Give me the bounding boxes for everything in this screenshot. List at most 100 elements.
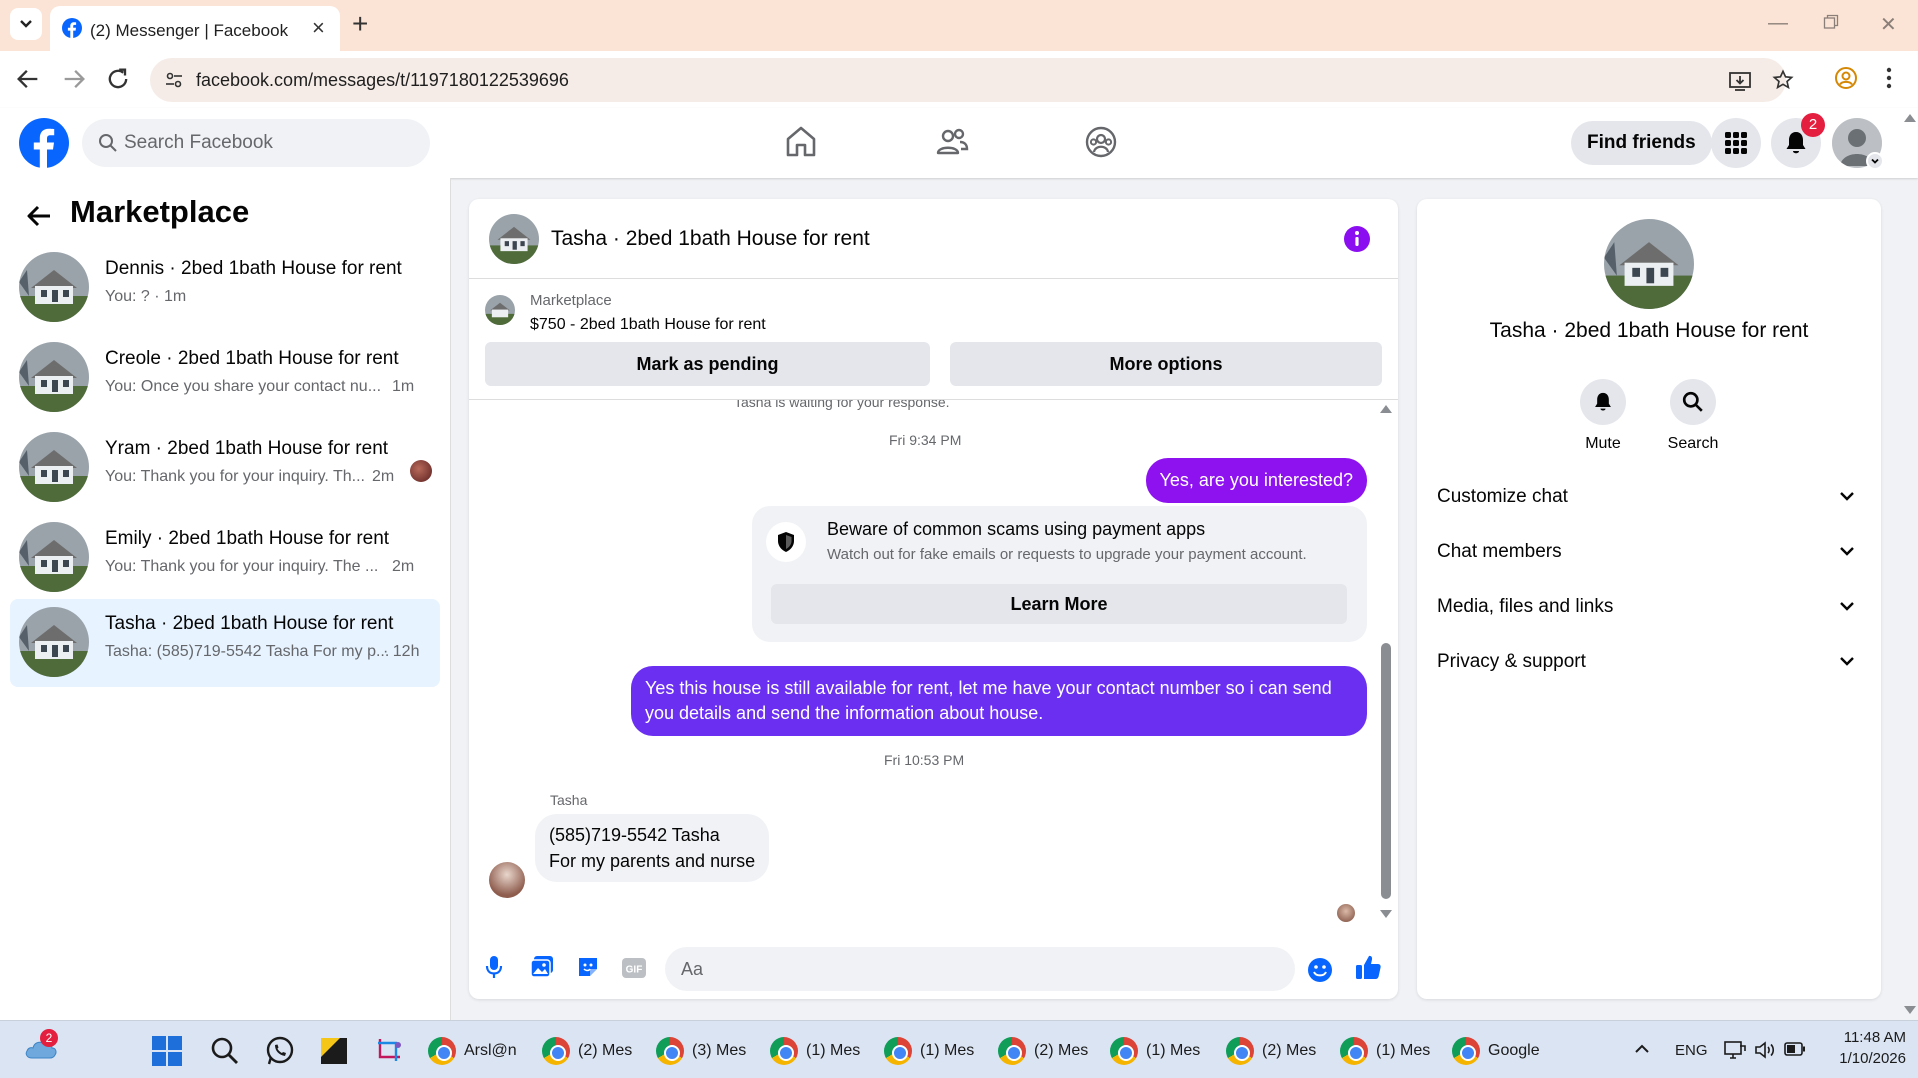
conversation-item[interactable]: Yram · 2bed 1bath House for rent You: Th…	[10, 424, 440, 512]
chat-members-row[interactable]: Chat members	[1437, 528, 1861, 580]
message-scrollbar-thumb[interactable]	[1381, 643, 1391, 899]
taskbar-window-label: (2) Mes	[1262, 1042, 1317, 1059]
taskbar-chrome-window[interactable]: (3) Mes	[656, 1030, 746, 1072]
weather-badge: 2	[40, 1029, 58, 1047]
incoming-message[interactable]: (585)719-5542 Tasha For my parents and n…	[535, 814, 770, 882]
volume-icon[interactable]	[1754, 1040, 1776, 1060]
snipping-tool-icon[interactable]	[376, 1037, 404, 1065]
message-thread: Tasha is waiting for your response. Fri …	[469, 400, 1398, 939]
groups-icon[interactable]	[1084, 125, 1118, 159]
photo-icon[interactable]	[530, 955, 554, 979]
info-icon[interactable]	[1343, 225, 1371, 253]
chevron-down-icon	[1840, 492, 1854, 501]
search-input[interactable]	[124, 127, 414, 159]
browser-menu-icon[interactable]	[1886, 67, 1892, 89]
sender-avatar[interactable]	[489, 862, 525, 898]
microphone-icon[interactable]	[485, 955, 503, 979]
conversation-item[interactable]: Emily · 2bed 1bath House for rent You: T…	[10, 514, 440, 602]
friends-icon[interactable]	[935, 125, 969, 159]
tray-chevron-up-icon[interactable]	[1634, 1044, 1650, 1054]
scroll-up-arrow-icon[interactable]	[1380, 405, 1392, 413]
account-menu-chevron-icon[interactable]	[1866, 152, 1884, 170]
page-scroll-up-arrow-icon[interactable]	[1904, 114, 1916, 122]
facebook-search-box[interactable]	[82, 119, 430, 167]
customize-chat-row[interactable]: Customize chat	[1437, 473, 1861, 525]
taskbar-chrome-window[interactable]: (1) Mes	[1340, 1030, 1430, 1072]
listing-thumbnail[interactable]	[485, 295, 515, 325]
gif-icon[interactable]: GIF	[621, 957, 647, 979]
clock-date[interactable]: 1/10/2026	[1821, 1050, 1906, 1067]
taskbar-chrome-window[interactable]: (1) Mes	[770, 1030, 860, 1072]
whatsapp-icon[interactable]	[264, 1035, 296, 1067]
conversation-preview: Tasha: (585)719-5542 Tasha For my p...	[105, 643, 390, 660]
clock-time[interactable]: 11:48 AM	[1831, 1029, 1906, 1046]
page-scroll-down-arrow-icon[interactable]	[1904, 1006, 1916, 1014]
reload-icon[interactable]	[104, 65, 132, 93]
scroll-down-arrow-icon[interactable]	[1380, 910, 1392, 918]
facebook-logo-icon[interactable]	[19, 118, 69, 168]
network-icon[interactable]	[1724, 1040, 1746, 1060]
taskbar-chrome-window[interactable]: Google	[1452, 1030, 1540, 1072]
taskbar-search-icon[interactable]	[210, 1036, 240, 1066]
page-title: Marketplace	[70, 194, 250, 229]
taskbar-chrome-window[interactable]: (2) Mes	[1226, 1030, 1316, 1072]
outgoing-message[interactable]: Yes, are you interested?	[1145, 458, 1367, 503]
sticker-icon[interactable]	[576, 955, 600, 979]
scam-warning-body: Watch out for fake emails or requests to…	[827, 546, 1307, 563]
address-bar[interactable]: facebook.com/messages/t/1197180122539696	[150, 58, 1794, 102]
search-icon	[98, 133, 118, 153]
thumbs-up-icon[interactable]	[1354, 953, 1382, 981]
taskbar-chrome-window[interactable]: Arsl@n	[428, 1030, 517, 1072]
listing-price[interactable]: $750 - 2bed 1bath House for rent	[530, 316, 766, 334]
house-thumbnail[interactable]	[489, 214, 539, 264]
search-conversation-button[interactable]: Search	[1643, 379, 1743, 453]
close-window-icon[interactable]: ✕	[1880, 12, 1897, 37]
tab-search-button[interactable]	[10, 8, 42, 40]
media-files-links-row[interactable]: Media, files and links	[1437, 583, 1861, 635]
seen-avatar	[410, 460, 432, 482]
conversation-time: 2m	[372, 468, 395, 485]
bell-icon	[1580, 379, 1626, 425]
windows-start-icon[interactable]	[152, 1036, 182, 1066]
emoji-icon[interactable]	[1307, 957, 1333, 983]
browser-tab-active[interactable]: (2) Messenger | Facebook ×	[50, 6, 340, 51]
language-indicator[interactable]: ENG	[1675, 1042, 1708, 1059]
taskbar-chrome-window[interactable]: (2) Mes	[998, 1030, 1088, 1072]
chat-title[interactable]: Tasha · 2bed 1bath House for rent	[551, 227, 870, 251]
find-friends-button[interactable]: Find friends	[1571, 121, 1712, 165]
chevron-down-icon	[20, 20, 32, 28]
taskbar-window-label: (3) Mes	[692, 1042, 747, 1059]
back-arrow-icon[interactable]	[26, 204, 52, 228]
privacy-support-row[interactable]: Privacy & support	[1437, 638, 1861, 690]
menu-grid-button[interactable]	[1711, 118, 1761, 168]
taskbar-chrome-window[interactable]: (1) Mes	[884, 1030, 974, 1072]
conversation-item-selected[interactable]: Tasha · 2bed 1bath House for rent Tasha:…	[10, 599, 440, 687]
chrome-icon	[1226, 1037, 1254, 1065]
browser-profile-icon[interactable]	[1834, 66, 1858, 90]
battery-icon[interactable]	[1784, 1042, 1806, 1056]
sticky-notes-icon[interactable]	[320, 1037, 348, 1065]
conversation-item[interactable]: Dennis · 2bed 1bath House for rent You: …	[10, 244, 440, 332]
house-thumbnail	[19, 252, 89, 322]
bookmark-star-icon[interactable]	[1772, 69, 1794, 91]
more-options-button[interactable]: More options	[950, 342, 1382, 386]
mute-button[interactable]: Mute	[1553, 379, 1653, 453]
house-thumbnail	[19, 607, 89, 677]
learn-more-button[interactable]: Learn More	[771, 584, 1347, 624]
minimize-icon[interactable]: —	[1768, 12, 1788, 35]
outgoing-message[interactable]: Yes this house is still available for re…	[631, 666, 1367, 736]
scam-warning-card: Beware of common scams using payment app…	[752, 506, 1367, 642]
home-icon[interactable]	[785, 125, 817, 159]
message-input[interactable]	[665, 947, 1295, 991]
forward-icon[interactable]	[60, 65, 88, 93]
restore-icon[interactable]	[1823, 14, 1839, 30]
new-tab-button[interactable]: +	[352, 8, 368, 40]
back-icon[interactable]	[14, 65, 42, 93]
tab-close-icon[interactable]: ×	[312, 17, 325, 39]
site-info-icon[interactable]	[164, 70, 184, 90]
taskbar-chrome-window[interactable]: (2) Mes	[542, 1030, 632, 1072]
install-app-icon[interactable]	[1728, 70, 1752, 92]
conversation-item[interactable]: Creole · 2bed 1bath House for rent You: …	[10, 334, 440, 422]
taskbar-chrome-window[interactable]: (1) Mes	[1110, 1030, 1200, 1072]
mark-as-pending-button[interactable]: Mark as pending	[485, 342, 930, 386]
